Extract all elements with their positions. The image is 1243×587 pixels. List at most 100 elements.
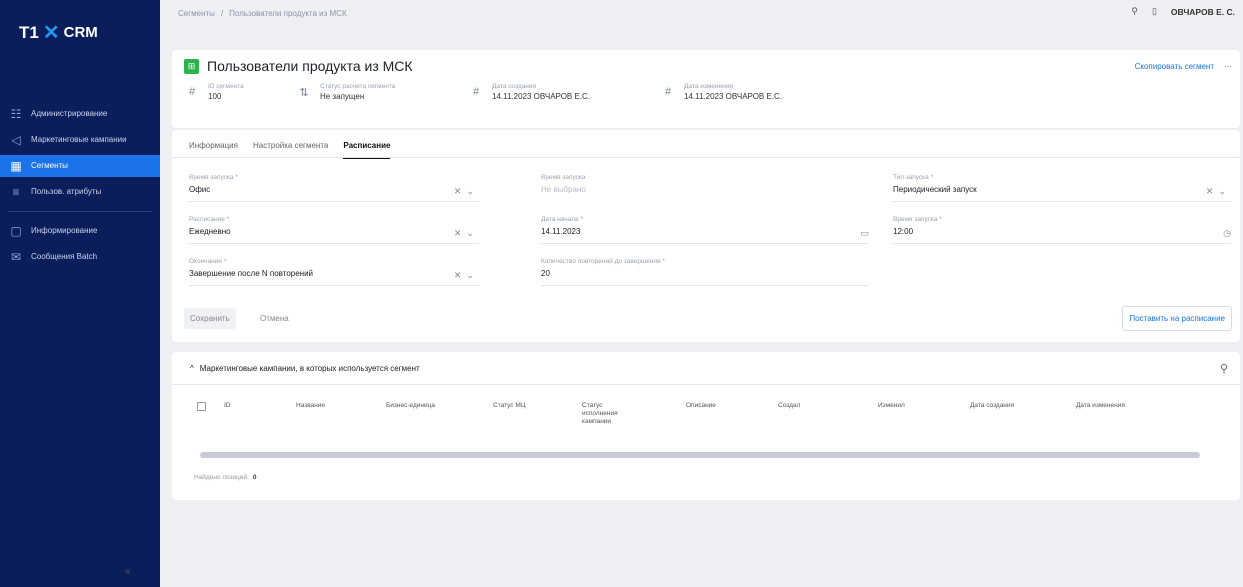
schedule-card: Информация Настройка сегмента Расписание… bbox=[172, 130, 1240, 342]
campaigns-header[interactable]: ^ Маркетинговые кампании, в которых испо… bbox=[190, 364, 420, 373]
sidebar-item-segments[interactable]: ▦ Сегменты bbox=[0, 155, 160, 177]
field-underline bbox=[893, 201, 1231, 202]
meta-modified: # Дата изменения 14.11.2023 ОВЧАРОВ Е.С. bbox=[660, 83, 860, 101]
user-name[interactable]: ОВЧАРОВ Е. С. bbox=[1171, 7, 1235, 17]
sidebar-item-label: Маркетинговые кампании bbox=[31, 134, 127, 144]
sidebar-nav: ☷ Администрирование ◁ Маркетинговые камп… bbox=[0, 103, 160, 272]
clear-chevron-icon[interactable]: ✕⌄ bbox=[454, 270, 479, 281]
calendar-icon[interactable]: ▭ bbox=[860, 228, 869, 239]
sidebar-item-informing[interactable]: ▢ Информирование bbox=[0, 220, 160, 242]
ending-select[interactable]: Окончание * Завершение после N повторени… bbox=[189, 258, 479, 286]
segment-icon: ⊞ bbox=[184, 58, 199, 74]
chat-icon: ▢ bbox=[10, 223, 22, 238]
search-icon[interactable]: ⚲ bbox=[1131, 6, 1138, 17]
topbar: Сегменты / Пользователи продукта из МСК … bbox=[160, 0, 1243, 28]
sidebar-item-batch[interactable]: ✉ Сообщения Batch bbox=[0, 246, 160, 268]
copy-segment-button[interactable]: Скопировать сегмент bbox=[1135, 62, 1214, 71]
breadcrumb-separator: / bbox=[220, 9, 224, 18]
column-header[interactable]: ID bbox=[224, 402, 242, 410]
field-underline bbox=[189, 285, 479, 286]
column-header[interactable]: Создал bbox=[778, 402, 838, 410]
save-button[interactable]: Сохранить bbox=[184, 308, 236, 329]
sidebar-item-attributes[interactable]: ≡ Пользов. атрибуты bbox=[0, 181, 160, 203]
meta-value: 100 bbox=[208, 92, 222, 101]
clock-icon[interactable]: ◷ bbox=[1223, 228, 1231, 239]
sidebar: T1 ✕ CRM ☷ Администрирование ◁ Маркетинг… bbox=[0, 0, 160, 587]
meta-label: Дата изменения bbox=[684, 83, 733, 90]
field-label: Окончание * bbox=[189, 258, 227, 265]
sidebar-item-label: Пользов. атрибуты bbox=[31, 186, 102, 196]
logo-t1: T1 bbox=[19, 22, 39, 42]
meta-value: 14.11.2023 ОВЧАРОВ Е.С. bbox=[684, 92, 783, 101]
field-value: 14.11.2023 bbox=[541, 227, 581, 236]
schedule-select[interactable]: Расписание * Ежедневно ✕⌄ bbox=[189, 216, 479, 244]
meta-value: 14.11.2023 ОВЧАРОВ Е.С. bbox=[492, 92, 591, 101]
field-label: Дата начала * bbox=[541, 216, 584, 223]
campaigns-card: ^ Маркетинговые кампании, в которых испо… bbox=[172, 352, 1240, 500]
search-icon[interactable]: ⚲ bbox=[1220, 362, 1228, 375]
found-label: Найдено позиций: bbox=[194, 474, 249, 481]
meta-status: ⇅ Статус расчета сегмента Не запущен bbox=[296, 83, 468, 101]
more-icon[interactable]: ··· bbox=[1224, 62, 1232, 71]
start-time-field[interactable]: Время запуска * 12:00 ◷ bbox=[893, 216, 1231, 244]
clear-chevron-icon[interactable]: ✕⌄ bbox=[1206, 186, 1231, 197]
logo-x-icon: ✕ bbox=[42, 22, 60, 44]
field-label: Тип запуска * bbox=[893, 174, 934, 181]
attributes-icon: ≡ bbox=[12, 184, 20, 199]
meta-label: Статус расчета сегмента bbox=[320, 83, 396, 90]
breadcrumb-current: Пользователи продукта из МСК bbox=[229, 9, 347, 18]
chevron-up-icon[interactable]: ^ bbox=[190, 364, 194, 373]
admin-icon: ☷ bbox=[10, 106, 22, 121]
field-underline bbox=[189, 201, 479, 202]
launch-type-select[interactable]: Тип запуска * Периодический запуск ✕⌄ bbox=[893, 174, 1231, 202]
column-header[interactable]: Дата изменения bbox=[1076, 402, 1156, 410]
launch-time-field[interactable]: Время запуска Не выбрано bbox=[541, 174, 869, 202]
field-underline bbox=[189, 243, 479, 244]
meta-value: Не запущен bbox=[320, 92, 365, 101]
select-all-checkbox[interactable] bbox=[197, 402, 206, 411]
app-logo[interactable]: T1 ✕ CRM bbox=[19, 20, 98, 45]
megaphone-icon: ◁ bbox=[11, 132, 21, 147]
horizontal-scrollbar[interactable] bbox=[200, 452, 1200, 458]
field-value: Завершение после N повторений bbox=[189, 269, 314, 278]
repeat-count-field[interactable]: Количество повторений до завершения * 20 bbox=[541, 258, 869, 286]
breadcrumb-root[interactable]: Сегменты bbox=[178, 9, 215, 18]
sidebar-item-label: Информирование bbox=[31, 225, 98, 235]
segment-meta: # ID сегмента 100 ⇅ Статус расчета сегмен… bbox=[184, 83, 860, 101]
field-underline bbox=[893, 243, 1231, 244]
column-header[interactable]: Описание bbox=[686, 402, 746, 410]
column-header[interactable]: Бизнес-единица bbox=[386, 402, 438, 410]
mail-icon: ✉ bbox=[10, 249, 22, 264]
clipboard-icon[interactable]: ▯ bbox=[1152, 6, 1157, 17]
column-header[interactable]: Дата создания bbox=[970, 402, 1040, 410]
sidebar-item-admin[interactable]: ☷ Администрирование bbox=[0, 103, 160, 125]
column-header[interactable]: Статус исполнения кампании bbox=[582, 402, 636, 426]
launch-time-select[interactable]: Время запуска * Офис ✕⌄ bbox=[189, 174, 479, 202]
sidebar-collapse-icon[interactable]: « bbox=[125, 566, 131, 577]
cancel-button[interactable]: Отмена bbox=[260, 314, 289, 323]
start-date-field[interactable]: Дата начала * 14.11.2023 ▭ bbox=[541, 216, 869, 244]
field-label: Количество повторений до завершения * bbox=[541, 258, 665, 265]
column-header[interactable]: Название bbox=[296, 402, 356, 410]
field-value: 20 bbox=[541, 269, 550, 278]
page-title: Пользователи продукта из МСК bbox=[207, 58, 413, 74]
found-count: Найдено позиций: 0 bbox=[194, 474, 256, 481]
column-header[interactable]: Изменил bbox=[878, 402, 938, 410]
tabs-divider bbox=[172, 157, 1240, 158]
schedule-button[interactable]: Поставить на расписание bbox=[1122, 306, 1232, 331]
sidebar-item-label: Сегменты bbox=[31, 160, 68, 170]
sidebar-item-campaigns[interactable]: ◁ Маркетинговые кампании bbox=[0, 129, 160, 151]
clear-chevron-icon[interactable]: ✕⌄ bbox=[454, 228, 479, 239]
calendar-icon: # bbox=[664, 86, 672, 98]
campaigns-divider bbox=[172, 384, 1240, 385]
field-underline bbox=[541, 285, 869, 286]
breadcrumb: Сегменты / Пользователи продукта из МСК bbox=[178, 9, 347, 18]
field-label: Время запуска bbox=[541, 174, 586, 181]
field-value: Периодический запуск bbox=[893, 185, 977, 194]
campaigns-title: Маркетинговые кампании, в которых исполь… bbox=[199, 364, 420, 373]
column-header[interactable]: Статус МЦ bbox=[493, 402, 553, 410]
meta-label: ID сегмента bbox=[208, 83, 244, 90]
field-value: 12:00 bbox=[893, 227, 914, 236]
clear-chevron-icon[interactable]: ✕⌄ bbox=[454, 186, 479, 197]
sidebar-item-label: Сообщения Batch bbox=[31, 251, 98, 261]
